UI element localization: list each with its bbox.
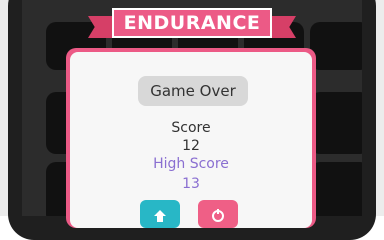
banner-tail-left [88,16,112,38]
game-over-dialog: Game Over Score 12 High Score 13 [66,48,316,228]
upload-icon [154,210,166,222]
game-over-label: Game Over [138,76,248,106]
mode-banner: ENDURANCE [88,8,296,42]
banner-ribbon: ENDURANCE [112,8,272,38]
mode-title: ENDURANCE [123,12,261,34]
high-score-value: 13 [182,176,200,192]
restart-button[interactable] [198,200,238,228]
share-button[interactable] [140,200,180,228]
dialog-panel: Game Over Score 12 High Score 13 [70,52,312,228]
restart-icon [212,209,224,222]
board-tile [310,22,362,70]
board-tile [310,92,362,154]
score-value: 12 [182,138,200,154]
banner-tail-right [272,16,296,38]
board-tile [310,162,362,216]
high-score-label: High Score [153,156,229,172]
score-label: Score [171,120,211,136]
